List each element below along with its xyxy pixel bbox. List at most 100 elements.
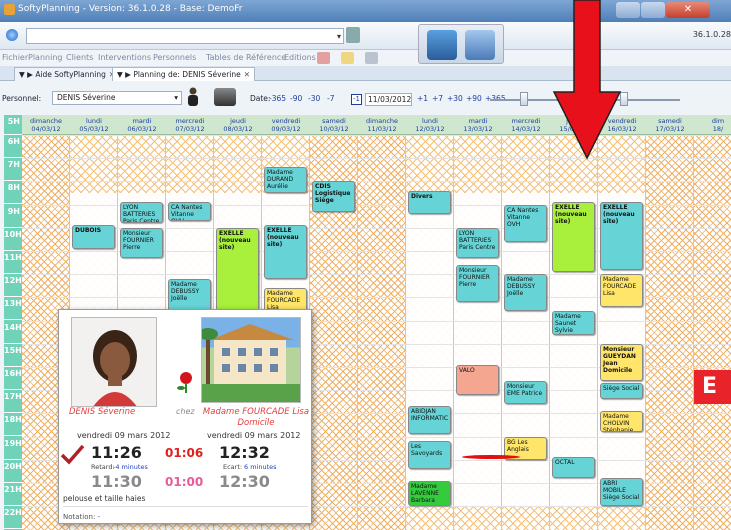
navigation-icon[interactable] (6, 29, 18, 41)
appointment-block[interactable]: Les Savoyards (408, 441, 451, 470)
hour-column: 6H 7H 8H 9H 10H 11H 12H 13H 14H 15H 16H 17H 18H 19H 20… (4, 135, 22, 530)
client-house-photo (201, 317, 301, 403)
step-plus-90[interactable]: +90 (466, 94, 482, 103)
day-header[interactable]: jeudi 08/03/12 (214, 117, 262, 133)
day-column[interactable] (358, 135, 406, 530)
connect-icon[interactable] (465, 30, 495, 60)
print-icon[interactable] (214, 88, 236, 106)
personnel-select[interactable]: DENIS Séverine ▾ (52, 91, 182, 105)
appointment-block[interactable]: Monsieur FOURNIER Pierre (120, 227, 163, 258)
appointment-block[interactable]: Madame FOURCADE Lisa (600, 274, 643, 307)
appointment-block[interactable]: Siège Social (600, 383, 643, 400)
appointment-block[interactable]: ABIDJAN INFORMATIC (408, 406, 451, 435)
menu-editions[interactable]: Editions (284, 53, 316, 62)
tab-aide[interactable]: ▼ ▶ Aide SoftyPlanning✕ (14, 67, 121, 81)
appointment-block[interactable]: Madame DURAND Aurélie (264, 167, 307, 193)
appointment-block[interactable]: ABRI MOBILE Siège Social (600, 478, 643, 507)
appointment-text: ABRI (603, 480, 618, 488)
appointment-text: EXELLE (555, 204, 580, 212)
menu-personnels[interactable]: Personnels (153, 53, 196, 62)
step-plus-1[interactable]: +1 (417, 94, 428, 103)
appointment-block[interactable]: EXELLE (nouveau site) (552, 202, 595, 272)
day-column[interactable] (646, 135, 694, 530)
day-column[interactable] (502, 135, 550, 530)
date-input[interactable]: 11/03/2012 (365, 93, 412, 106)
appointment-text: Saunet Sylvie (555, 320, 577, 335)
appointment-text: Divers (411, 192, 433, 200)
appointment-block[interactable]: Madame LAVENNE Barbara (408, 480, 451, 507)
chevron-down-icon: ▾ (336, 32, 341, 41)
day-header[interactable]: mardi 06/03/12 (118, 117, 166, 133)
menu-tables-reference[interactable]: Tables de Référence (206, 53, 286, 62)
window-icon[interactable] (365, 52, 378, 64)
maximize-button[interactable] (641, 2, 665, 18)
appointment-block[interactable]: Monsieur FOURNIER Pierre (456, 264, 499, 303)
tools-icon[interactable] (346, 27, 360, 43)
appointment-text: Siège Social (603, 494, 640, 502)
appointment-text: Jean (603, 359, 618, 367)
appointment-block[interactable]: VALO (456, 364, 499, 395)
appointment-block[interactable]: CDIS Logistique Siège (312, 181, 355, 212)
appointment-block[interactable]: DUBOIS (72, 225, 115, 249)
menu-planning[interactable]: Planning (28, 53, 62, 62)
day-column[interactable] (694, 135, 731, 530)
appointment-block[interactable]: LYON BATTERIES Paris Centre (120, 202, 163, 224)
tab-planning[interactable]: ▼ ▶ Planning de: DENIS Séverine ✕ (112, 67, 256, 81)
day-header[interactable]: mardi 13/03/12 (454, 117, 502, 133)
person-icon[interactable] (186, 87, 200, 107)
step-plus-30[interactable]: +30 (447, 94, 463, 103)
step-minus-365[interactable]: -365 (269, 94, 286, 103)
appointment-block[interactable]: Monsieur EME Patrice (504, 380, 547, 405)
hour-label: 21H (4, 483, 22, 506)
hour-label: 17H (4, 390, 22, 414)
address-combo[interactable]: ▾ (26, 28, 344, 44)
day-header[interactable]: lundi 12/03/12 (406, 117, 454, 133)
divider (63, 506, 308, 507)
step-minus-90[interactable]: -90 (290, 94, 302, 103)
step-minus-30[interactable]: -30 (308, 94, 320, 103)
menu-fichier[interactable]: Fichier (2, 53, 28, 62)
menu-interventions[interactable]: Interventions (98, 53, 151, 62)
day-header[interactable]: dimanche 11/03/12 (358, 117, 406, 133)
appointment-block[interactable]: CA NantesVitanne OVH (168, 202, 211, 221)
day-header[interactable]: dim 18/ (694, 117, 731, 133)
folder-icon[interactable] (341, 52, 354, 64)
day-name: samedi (322, 117, 346, 125)
users-icon[interactable] (427, 30, 457, 60)
day-column[interactable] (598, 135, 646, 530)
slider-thumb-start[interactable] (520, 92, 528, 106)
close-icon[interactable]: ✕ (244, 70, 250, 79)
day-header[interactable]: samedi 10/03/12 (310, 117, 358, 133)
close-window-button[interactable]: ✕ (666, 2, 710, 18)
day-header[interactable]: dimanche 04/03/12 (22, 117, 70, 133)
appointment-block[interactable]: EXELLE (nouveau site) (600, 202, 643, 270)
appointment-block[interactable]: Madame CHOLVIN Stéphanie (600, 411, 643, 432)
tab-planning-label: Planning de: DENIS Séverine (133, 70, 241, 79)
day-date: 04/03/12 (31, 125, 61, 133)
step-minus-7[interactable]: -7 (327, 94, 334, 103)
step-minus-1[interactable]: -1 (351, 94, 362, 105)
day-name: lundi (86, 117, 102, 125)
step-plus-7[interactable]: +7 (432, 94, 443, 103)
appointment-text: CDIS (315, 183, 331, 191)
appointment-block[interactable]: CA NantesVitanne OVH (504, 204, 547, 242)
day-header[interactable]: mercredi 14/03/12 (502, 117, 550, 133)
appointment-block[interactable]: EXELLE (nouveau site) (264, 225, 307, 279)
appointment-block[interactable]: EXELLE (nouveau site) (216, 227, 259, 312)
day-name: dimanche (29, 117, 63, 125)
appointment-block[interactable]: LYON BATTERIES Paris Centre (456, 227, 499, 258)
appointment-block[interactable]: OCTAL (552, 457, 595, 479)
appointment-block[interactable]: Monsieur GUEYDAN Jean Domicile (600, 343, 643, 381)
day-header[interactable]: samedi 17/03/12 (646, 117, 694, 133)
appointment-block[interactable]: Madame DEBUSSY Joëlle (504, 274, 547, 312)
appointment-text: site) (267, 241, 283, 249)
day-header[interactable]: vendredi 09/03/12 (262, 117, 310, 133)
day-date: 05/03/12 (79, 125, 109, 133)
appointment-block[interactable]: Divers (408, 190, 451, 214)
menu-tool-icon[interactable] (317, 52, 330, 64)
day-column[interactable] (454, 135, 502, 530)
day-header[interactable]: mercredi 07/03/12 (166, 117, 214, 133)
menu-clients[interactable]: Clients (66, 53, 93, 62)
day-header[interactable]: lundi 05/03/12 (70, 117, 118, 133)
appointment-block[interactable]: MadameSaunet SylvieDomicile (552, 311, 595, 335)
